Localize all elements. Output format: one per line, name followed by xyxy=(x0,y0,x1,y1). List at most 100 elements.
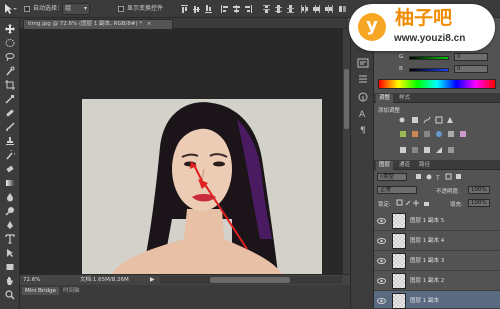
layer-thumbnail xyxy=(392,233,406,249)
tab-layers[interactable]: 图层 xyxy=(376,161,394,170)
path-selection-tool-icon[interactable] xyxy=(4,248,16,258)
layer-filter-dropdown[interactable]: ⌕类型 xyxy=(377,173,407,181)
color-b-slider[interactable] xyxy=(409,68,449,72)
document-tab-bar: timg.jpg @ 72.6% (图层 1 副本, RGB/8#) * × xyxy=(20,18,348,29)
eye-icon[interactable] xyxy=(377,297,386,305)
align-hcenter-icon[interactable] xyxy=(232,4,241,14)
layer-name: 图层 1 副本 2 xyxy=(410,278,445,284)
history-brush-tool-icon[interactable] xyxy=(4,150,16,160)
align-bottom-icon[interactable] xyxy=(204,4,213,14)
align-vcenter-icon[interactable] xyxy=(192,4,201,14)
opacity-input[interactable]: 100% xyxy=(468,186,490,194)
tab-styles[interactable]: 样式 xyxy=(396,94,413,103)
distribute-hcenter-icon[interactable] xyxy=(312,4,321,14)
properties-icon[interactable] xyxy=(357,74,369,84)
blend-mode-dropdown[interactable]: 正常 xyxy=(377,186,417,194)
align-top-icon[interactable] xyxy=(180,4,189,14)
close-icon[interactable]: × xyxy=(147,21,152,27)
zoom-level[interactable]: 72.6% xyxy=(23,276,40,284)
color-g-input[interactable]: 0 xyxy=(454,53,488,61)
zoom-tool-icon[interactable] xyxy=(4,290,16,300)
document-tab-title: timg.jpg @ 72.6% (图层 1 副本, RGB/8#) * xyxy=(28,21,143,27)
eye-icon[interactable] xyxy=(377,277,386,285)
horizontal-scrollbar[interactable] xyxy=(160,276,342,284)
vertical-scrollbar[interactable] xyxy=(342,29,350,274)
color-g-slider[interactable] xyxy=(409,56,449,60)
color-lookup-icon xyxy=(460,131,466,137)
add-adjustment-heading: 添加调整 xyxy=(378,108,401,114)
healing-brush-tool-icon[interactable] xyxy=(4,108,16,118)
show-transform-label: 显示变换控件 xyxy=(127,5,164,12)
distribute-vcenter-icon[interactable] xyxy=(274,4,283,14)
distribute-right-icon[interactable] xyxy=(324,4,333,14)
layer-row[interactable]: 图层 1 副本 2 xyxy=(374,271,500,291)
chevron-down-icon: ▾ xyxy=(83,5,87,12)
site-logo: y 柚子吧 www.youzi8.cn xyxy=(349,4,495,51)
layer-row[interactable]: 图层 1 副本 4 xyxy=(374,231,500,251)
tab-mini-bridge[interactable]: Mini Bridge xyxy=(22,287,59,295)
distribute-bottom-icon[interactable] xyxy=(286,4,295,14)
document-info: 文档:1.65M/8.26M xyxy=(80,277,129,283)
auto-align-icon[interactable] xyxy=(338,4,347,14)
layer-row[interactable]: 图层 1 副本 3 xyxy=(374,251,500,271)
adjustments-panel-header: 调整 样式 xyxy=(374,93,500,103)
align-left-icon[interactable] xyxy=(220,4,229,14)
layer-thumbnail xyxy=(392,213,406,229)
clone-stamp-tool-icon[interactable] xyxy=(4,136,16,146)
logo-badge-letter: y xyxy=(366,15,378,36)
color-b-input[interactable]: 0 xyxy=(454,65,488,73)
horizontal-scroll-thumb[interactable] xyxy=(210,277,290,283)
auto-select-checkbox[interactable] xyxy=(24,6,30,12)
info-icon[interactable] xyxy=(357,92,369,102)
adjustment-icons-row3 xyxy=(398,146,478,156)
tab-paths[interactable]: 路径 xyxy=(416,161,433,170)
portrait-photo xyxy=(82,99,322,274)
layer-row-selected[interactable]: 图层 1 副本 xyxy=(374,291,500,309)
lasso-tool-icon[interactable] xyxy=(4,52,16,62)
collapsed-panel-strip: A ¶ xyxy=(350,18,374,309)
color-spectrum-bar[interactable] xyxy=(378,79,496,89)
vertical-scroll-thumb[interactable] xyxy=(344,69,349,129)
color-g-label: G xyxy=(399,54,404,60)
character-icon[interactable]: A xyxy=(357,108,369,120)
dodge-tool-icon[interactable] xyxy=(4,206,16,216)
eraser-tool-icon[interactable] xyxy=(4,164,16,174)
hue-saturation-icon xyxy=(400,131,406,137)
quick-select-tool-icon[interactable] xyxy=(4,66,16,76)
black-white-icon xyxy=(424,131,430,137)
blur-tool-icon[interactable] xyxy=(4,192,16,202)
layer-row[interactable]: 图层 1 副本 5 xyxy=(374,211,500,231)
tab-adjustments[interactable]: 调整 xyxy=(376,94,394,103)
distribute-left-icon[interactable] xyxy=(300,4,309,14)
document-tab[interactable]: timg.jpg @ 72.6% (图层 1 副本, RGB/8#) * × xyxy=(23,19,173,29)
eye-icon[interactable] xyxy=(377,257,386,265)
move-tool-icon[interactable] xyxy=(4,24,16,34)
levels-icon xyxy=(412,117,418,123)
pen-tool-icon[interactable] xyxy=(4,220,16,230)
shape-tool-icon[interactable] xyxy=(4,262,16,272)
gradient-tool-icon[interactable] xyxy=(4,178,16,188)
show-transform-checkbox[interactable] xyxy=(118,6,124,12)
vibrance-icon xyxy=(447,117,453,123)
distribute-top-icon[interactable] xyxy=(262,4,271,14)
paragraph-icon[interactable]: ¶ xyxy=(357,124,369,136)
canvas-area[interactable] xyxy=(20,29,342,274)
history-icon[interactable] xyxy=(357,58,369,68)
tab-timeline[interactable]: 时间轴 xyxy=(60,287,83,295)
marquee-tool-icon[interactable] xyxy=(4,38,16,48)
fill-input[interactable]: 100% xyxy=(468,199,490,207)
tab-channels[interactable]: 通道 xyxy=(396,161,413,170)
eye-icon[interactable] xyxy=(377,217,386,225)
eye-icon[interactable] xyxy=(377,237,386,245)
channel-mixer-icon xyxy=(448,131,454,137)
brush-tool-icon[interactable] xyxy=(4,122,16,132)
auto-select-dropdown[interactable]: 组 ▾ xyxy=(62,3,90,15)
move-tool-preset-icon[interactable] xyxy=(3,3,17,15)
eyedropper-tool-icon[interactable] xyxy=(4,94,16,104)
align-right-icon[interactable] xyxy=(244,4,253,14)
layer-name: 图层 1 副本 5 xyxy=(410,218,445,224)
type-tool-icon[interactable] xyxy=(4,234,16,244)
hand-tool-icon[interactable] xyxy=(4,276,16,286)
status-menu-arrow-icon[interactable]: ▶ xyxy=(150,276,155,284)
crop-tool-icon[interactable] xyxy=(4,80,16,90)
